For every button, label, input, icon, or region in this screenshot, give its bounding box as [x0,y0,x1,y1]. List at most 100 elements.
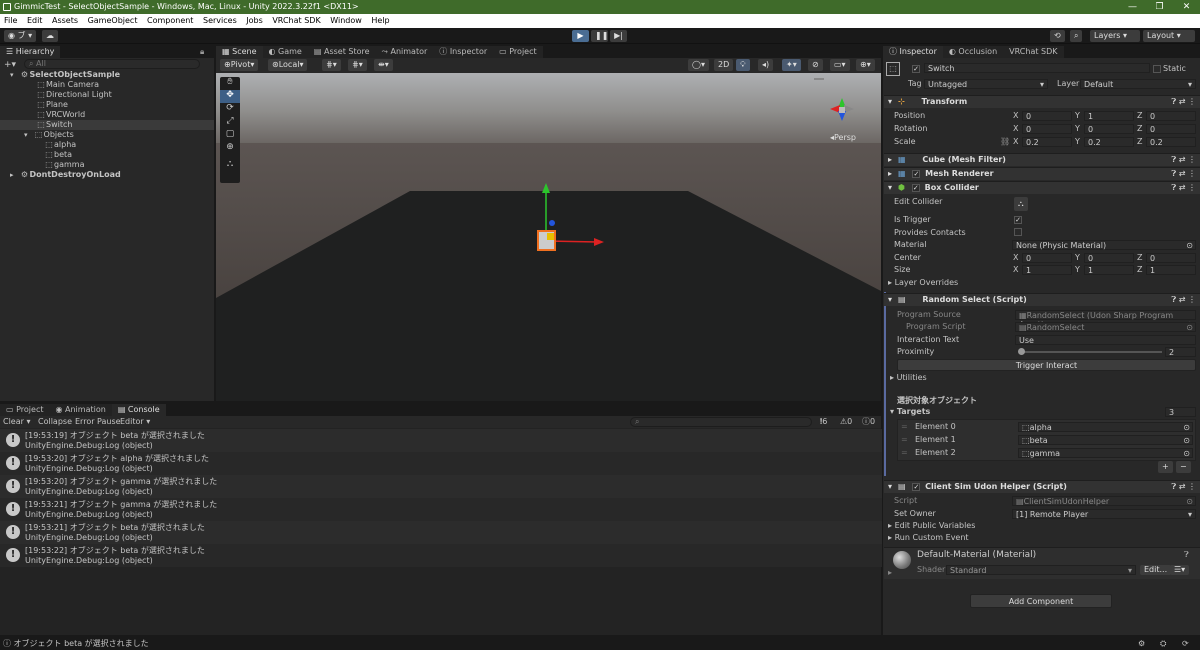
effects-icon[interactable]: ✦▾ [782,59,801,71]
proximity-slider-handle[interactable] [1018,348,1025,355]
grid-snap-button[interactable]: ⋕▾ [322,59,341,71]
targets-foldout[interactable]: ▾ Targets [890,407,930,417]
foldout-arrow-icon[interactable]: ▾ [24,131,28,139]
hierarchy-item[interactable]: ⬚alpha [0,140,214,150]
console-log-entry[interactable]: ! [19:53:21] オブジェクト beta が選択されました UnityEng… [0,521,882,544]
client-sim-checkbox[interactable]: ✓ [912,482,921,491]
rect-tool-icon[interactable]: ▢ [220,129,240,142]
rotate-tool-icon[interactable]: ⟳ [220,103,240,116]
shader-dropdown[interactable]: Standard ▾ [946,565,1136,575]
active-checkbox[interactable]: ✓ [912,65,920,73]
debug-icon[interactable]: ⚙︎ [1138,637,1145,650]
tab-project[interactable]: ▭ Project [0,404,50,416]
minimize-button[interactable]: — [1119,0,1146,14]
camera-icon[interactable]: ▭▾ [830,59,850,71]
pause-button[interactable]: ❚❚ [591,30,608,42]
snap-increment-button[interactable]: ⇼▾ [374,59,393,71]
menu-assets[interactable]: Assets [52,16,78,25]
position-y-field[interactable]: 1 [1084,111,1134,121]
hierarchy-item[interactable]: ⬚Switch [0,120,214,130]
interaction-text-field[interactable]: Use [1015,335,1196,345]
center-x-field[interactable]: 0 [1022,253,1072,263]
menu-help[interactable]: Help [371,16,389,25]
is-trigger-checkbox[interactable]: ✓ [1014,216,1022,224]
layers-dropdown[interactable]: Layers ▾ [1090,30,1140,42]
position-z-field[interactable]: 0 [1146,111,1196,121]
layout-dropdown[interactable]: Layout ▾ [1143,30,1195,42]
mesh-renderer-checkbox[interactable]: ✓ [912,169,921,178]
client-sim-script-field[interactable]: ▤ClientSimUdonHelper ⊙ [1012,496,1196,506]
plane-handle[interactable] [547,233,554,240]
layer-overrides-foldout[interactable]: ▸ Layer Overrides [888,278,958,288]
shader-list-icon[interactable]: ☰▾ [1170,565,1190,575]
tab-occlusion[interactable]: ◐ Occlusion [942,46,1004,58]
scale-link-icon[interactable]: ⛓ [1000,137,1010,147]
tab-scene[interactable]: ▦ Scene [216,46,263,58]
add-component-button[interactable]: Add Component [970,594,1112,608]
menu-vrchat-sdk[interactable]: VRChat SDK [272,16,320,25]
material-help-icon[interactable]: ❓︎ [1184,550,1189,560]
drag-handle-icon[interactable]: = [901,422,908,432]
edit-collider-button[interactable]: ⛬ [1014,197,1028,211]
play-button[interactable]: ▶ [572,30,589,42]
hierarchy-item[interactable]: ⬚VRCWorld [0,110,214,120]
console-log-entry[interactable]: ! [19:53:20] オブジェクト gamma が選択されました UnityEn… [0,475,882,498]
collapse-button[interactable]: Collapse [38,416,72,428]
hierarchy-item[interactable]: ⬚Directional Light [0,90,214,100]
pivot-dropdown[interactable]: ⊕Pivot▾ [220,59,259,71]
proximity-field[interactable]: 2 [1165,347,1196,357]
grid-toggle-button[interactable]: ⋕▾ [348,59,367,71]
trigger-interact-button[interactable]: Trigger Interact [897,359,1196,371]
account-button[interactable]: ◉ ブ ▾ [4,30,37,42]
program-script-field[interactable]: ▤RandomSelect ⊙ [1015,322,1196,332]
2d-toggle-button[interactable]: 2D [714,59,734,71]
progress-icon[interactable]: ⛭ [1160,637,1166,650]
tab-vrchat-sdk[interactable]: VRChat SDK [1003,46,1064,58]
rotation-y-field[interactable]: 0 [1084,124,1134,134]
history-icon[interactable]: ⟲ [1050,30,1065,42]
size-z-field[interactable]: 1 [1146,265,1196,275]
bake-icon[interactable]: ⟳ [1182,637,1189,650]
status-text[interactable]: オブジェクト beta が選択されました [14,639,149,648]
tab-game[interactable]: ◐ Game [262,46,308,58]
material-foldout-arrow[interactable]: ▸ [888,568,892,578]
hierarchy-item[interactable]: ⬚beta [0,150,214,160]
run-custom-event-foldout[interactable]: ▸ Run Custom Event [888,533,969,543]
transform-tool-icon[interactable]: ⊕ [220,142,240,155]
error-count-toggle[interactable]: ⓘ0 [862,416,875,428]
scale-x-field[interactable]: 0.2 [1022,137,1072,147]
tag-dropdown[interactable]: Untagged ▾ [924,79,1048,89]
editor-dropdown[interactable]: Editor ▾ [120,416,150,428]
step-button[interactable]: ▶| [610,30,627,42]
console-log-entry[interactable]: ! [19:53:19] オブジェクト beta が選択されました UnityEng… [0,429,882,452]
hierarchy-item[interactable]: ⬚gamma [0,160,214,170]
menu-jobs[interactable]: Jobs [246,16,263,25]
hierarchy-item[interactable]: ▾ ⚙SelectObjectSample [0,70,214,80]
menu-window[interactable]: Window [330,16,362,25]
target-element-field[interactable]: ⬚beta ⊙ [1018,435,1193,445]
log-count-toggle[interactable]: ❗︎6 [820,416,827,428]
tab-asset-store[interactable]: ▤ Asset Store [307,46,376,58]
perspective-label[interactable]: ◂Persp [830,133,856,142]
object-picker-icon[interactable]: ⊙ [1183,449,1190,458]
drag-handle-icon[interactable]: = [901,448,908,458]
hierarchy-item[interactable]: ▾ ⬚Objects [0,130,214,140]
center-y-field[interactable]: 0 [1084,253,1134,263]
shader-edit-button[interactable]: Edit... [1140,565,1172,575]
hierarchy-item[interactable]: ▸ ⚙DontDestroyOnLoad [0,170,214,180]
center-z-field[interactable]: 0 [1146,253,1196,263]
lighting-icon[interactable]: 💡︎ [736,59,750,71]
size-x-field[interactable]: 1 [1022,265,1072,275]
hidden-objects-icon[interactable]: ⊘ [808,59,823,71]
custom-tool-icon[interactable]: ⛬ [220,159,240,172]
set-owner-dropdown[interactable]: [1] Remote Player ▾ [1012,509,1196,519]
menu-component[interactable]: Component [147,16,193,25]
rotation-z-field[interactable]: 0 [1146,124,1196,134]
add-icon[interactable]: +▾ [4,60,16,70]
tab-animator[interactable]: ⤳ Animator [375,46,434,58]
target-element-field[interactable]: ⬚gamma ⊙ [1018,448,1193,458]
object-name-field[interactable]: Switch [924,63,1150,73]
tab-console[interactable]: ▤ Console [111,404,166,416]
tab-hierarchy[interactable]: ☰ Hierarchy [0,46,61,58]
random-select-header[interactable]: ▾ ▤ Random Select (Script) ❓︎ ⇄ ⋮ [884,293,1200,306]
